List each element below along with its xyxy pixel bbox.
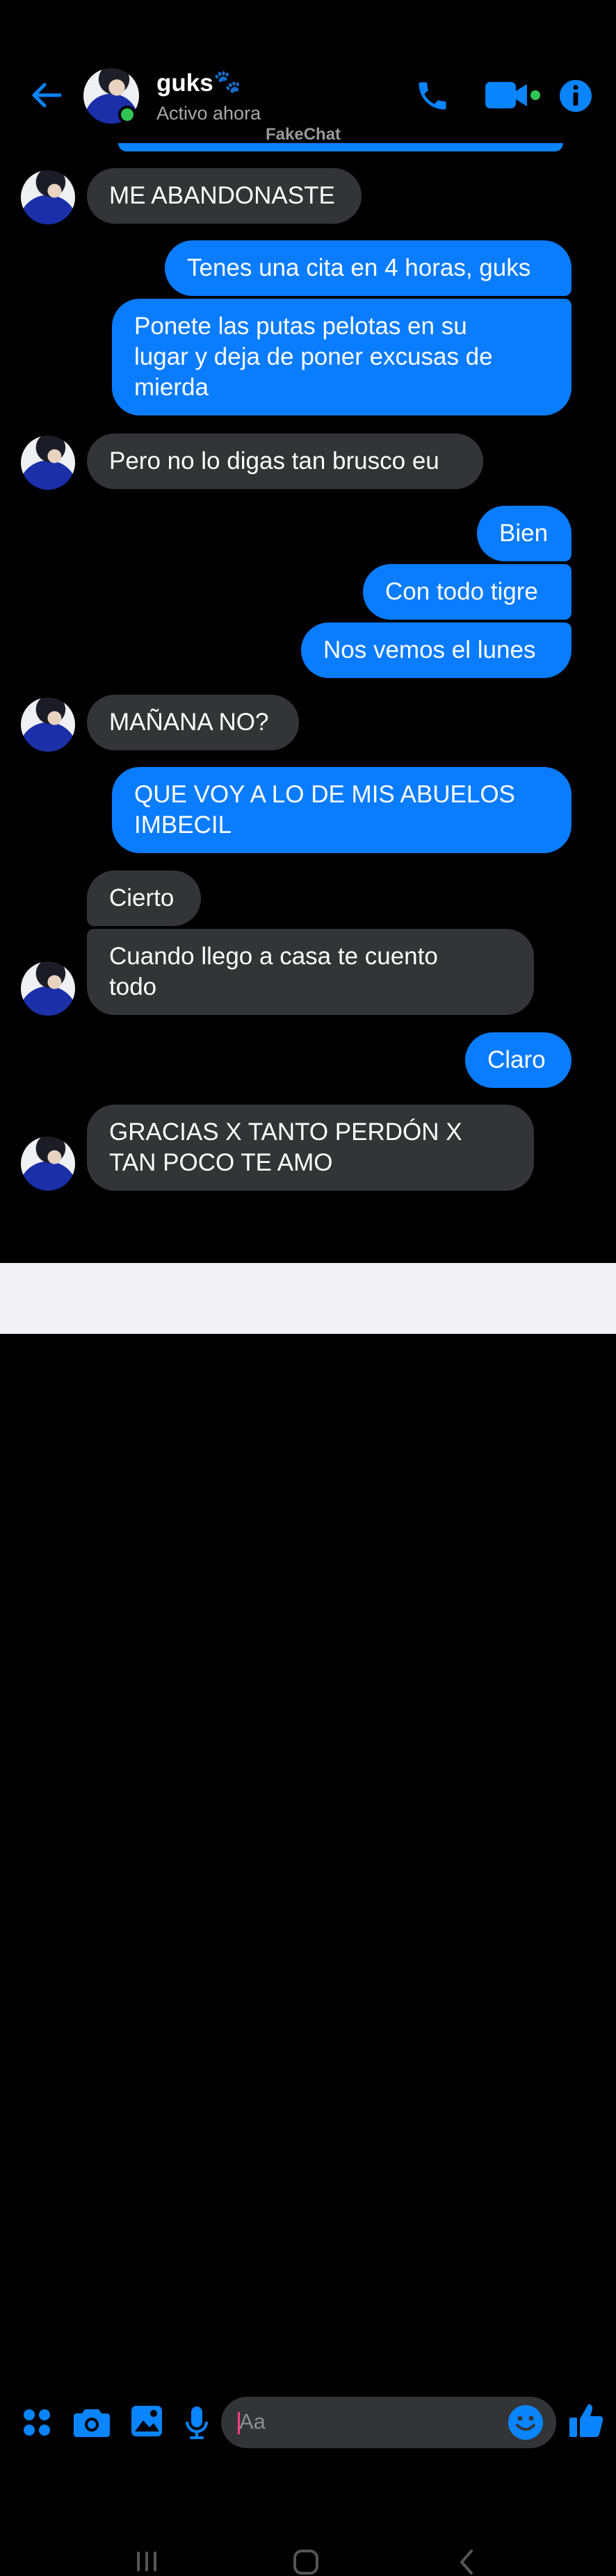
info-icon[interactable]: [559, 79, 592, 113]
message-bubble-outgoing[interactable]: Nos vemos el lunes: [301, 622, 572, 678]
back-icon[interactable]: [456, 2548, 477, 2576]
message-bubble-outgoing[interactable]: Con todo tigre: [363, 564, 572, 620]
message-bubble-incoming[interactable]: Cierto: [87, 870, 201, 926]
emoji-icon[interactable]: [508, 2404, 544, 2441]
message-bubble-outgoing[interactable]: QUE VOY A LO DE MIS ABUELOS IMBECIL: [112, 767, 572, 853]
message-bubble-incoming[interactable]: MAÑANA NO?: [87, 695, 299, 750]
contact-avatar-small: [21, 436, 75, 490]
message-bubble-outgoing[interactable]: Bien: [477, 506, 572, 561]
back-arrow-icon[interactable]: [29, 78, 64, 113]
contact-avatar-small: [21, 961, 75, 1016]
online-indicator: [118, 106, 136, 124]
video-camera-icon[interactable]: [484, 79, 541, 111]
thumbs-up-icon[interactable]: [569, 2402, 603, 2438]
chat-header: guks 🐾 Activo ahora FakeChat: [0, 0, 616, 151]
previous-message-edge: [118, 143, 563, 151]
home-icon[interactable]: [292, 2548, 320, 2576]
message-bubble-incoming[interactable]: Cuando llego a casa te cuento todo: [87, 929, 534, 1015]
message-input-placeholder: Aa: [239, 2409, 266, 2434]
recent-apps-icon[interactable]: [135, 2550, 159, 2573]
contact-avatar-small: [21, 170, 75, 224]
message-input[interactable]: [221, 2397, 556, 2448]
contact-avatar-small: [21, 1137, 75, 1191]
phone-icon[interactable]: [414, 78, 451, 114]
paw-emoji-icon: 🐾: [213, 69, 241, 94]
message-bubble-incoming[interactable]: Pero no lo digas tan brusco eu: [87, 434, 483, 489]
message-bubble-outgoing[interactable]: Ponete las putas pelotas en su lugar y d…: [112, 299, 572, 415]
system-navigation-bar: [0, 1263, 616, 2575]
camera-icon[interactable]: [74, 2406, 110, 2438]
message-bubble-outgoing[interactable]: Claro: [465, 1032, 572, 1088]
apps-icon[interactable]: [22, 2408, 51, 2437]
message-bubble-outgoing[interactable]: Tenes una cita en 4 horas, guks: [165, 240, 572, 296]
contact-avatar-small: [21, 697, 75, 752]
gallery-icon[interactable]: [131, 2405, 163, 2437]
watermark-label: FakeChat: [266, 125, 341, 144]
active-status: Activo ahora: [156, 103, 261, 124]
message-bubble-incoming[interactable]: ME ABANDONASTE: [87, 168, 362, 224]
message-composer: Aa: [0, 1194, 616, 2448]
message-bubble-incoming[interactable]: GRACIAS X TANTO PERDÓN X TAN POCO TE AMO: [87, 1105, 534, 1191]
microphone-icon[interactable]: [185, 2405, 209, 2440]
contact-name[interactable]: guks: [156, 69, 213, 97]
